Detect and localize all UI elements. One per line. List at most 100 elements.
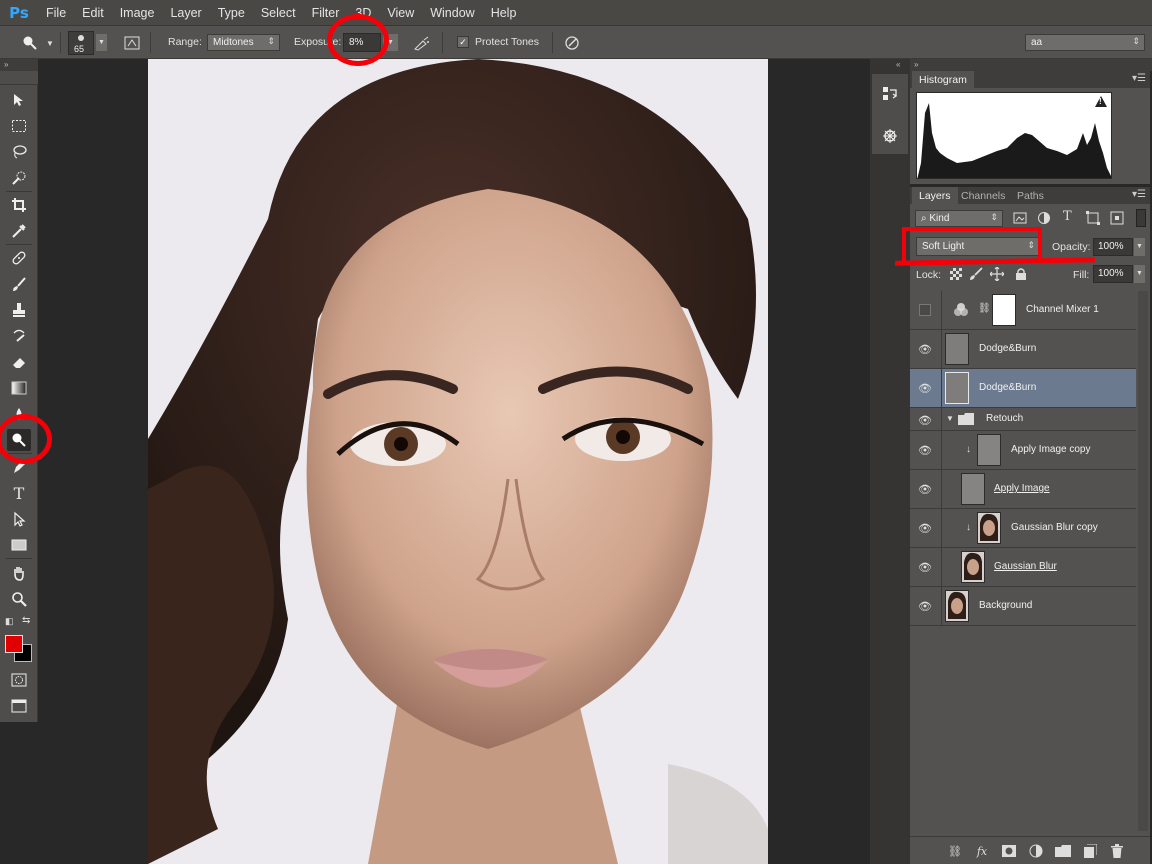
opacity-slider-arrow-icon[interactable]: ▼ <box>1134 238 1145 256</box>
menu-select[interactable]: Select <box>253 0 304 26</box>
filter-adjustment-icon[interactable] <box>1037 211 1051 225</box>
tablet-pressure-icon[interactable] <box>562 33 582 52</box>
workspace-select[interactable]: aa ⇕ <box>1025 34 1145 51</box>
screen-mode-icon[interactable] <box>7 695 31 717</box>
menu-window[interactable]: Window <box>422 0 482 26</box>
histogram-panel-menu-icon[interactable]: ▾☰ <box>1132 73 1146 84</box>
tab-channels[interactable]: Channels <box>954 187 1012 204</box>
type-icon[interactable]: T <box>7 482 31 504</box>
quick-mask-icon[interactable] <box>7 669 31 691</box>
layer-thumbnail-portrait[interactable] <box>945 590 969 622</box>
marquee-icon[interactable] <box>7 115 31 137</box>
menu-type[interactable]: Type <box>210 0 253 26</box>
layer-thumbnail[interactable] <box>977 434 1001 466</box>
eye-icon[interactable]: 👁 <box>918 413 932 427</box>
layer-mask-thumbnail[interactable] <box>992 294 1016 326</box>
visibility-off-box[interactable] <box>919 304 931 316</box>
fill-slider-arrow-icon[interactable]: ▼ <box>1134 265 1145 283</box>
layer-name[interactable]: Gaussian Blur copy <box>1011 522 1098 533</box>
brush-picker-arrow-icon[interactable]: ▼ <box>96 34 107 51</box>
layer-name[interactable]: Apply Image <box>994 483 1050 494</box>
eye-icon[interactable]: 👁 <box>918 381 932 395</box>
tab-histogram[interactable]: Histogram <box>912 71 974 88</box>
layer-row-background[interactable]: 👁 Background <box>910 587 1136 626</box>
range-select[interactable]: Midtones ⇕ <box>207 34 280 51</box>
zoom-icon[interactable] <box>7 588 31 610</box>
document-photo[interactable] <box>148 59 768 864</box>
path-select-icon[interactable] <box>7 508 31 530</box>
eye-icon[interactable]: 👁 <box>918 443 932 457</box>
eye-icon[interactable]: 👁 <box>918 521 932 535</box>
menu-help[interactable]: Help <box>483 0 525 26</box>
gradient-icon[interactable] <box>7 377 31 399</box>
eyedropper-icon[interactable] <box>7 220 31 242</box>
new-adjustment-layer-icon[interactable] <box>1028 843 1044 859</box>
link-layers-icon[interactable]: ⛓ <box>947 843 963 859</box>
layer-row-channel-mixer[interactable]: ⛓ Channel Mixer 1 <box>910 291 1136 330</box>
airbrush-icon[interactable] <box>412 33 432 52</box>
layer-name[interactable]: Dodge&Burn <box>979 382 1036 393</box>
collapse-arrows-icon[interactable]: » <box>4 59 8 71</box>
protect-tones-checkbox[interactable]: ✓ <box>457 36 469 48</box>
brush-icon[interactable] <box>7 273 31 295</box>
actions-panel-icon[interactable] <box>880 126 900 146</box>
opacity-input[interactable]: 100% <box>1093 238 1133 256</box>
preset-dropdown-arrow-icon[interactable]: ▼ <box>46 39 54 48</box>
history-panel-icon[interactable] <box>880 84 900 104</box>
layer-row-gaussian-blur-copy[interactable]: 👁 ↓ Gaussian Blur copy <box>910 509 1136 548</box>
clone-stamp-icon[interactable] <box>7 299 31 321</box>
filter-type-icon[interactable]: T <box>1063 209 1072 224</box>
layers-panel-menu-icon[interactable]: ▾☰ <box>1132 189 1146 200</box>
fill-input[interactable]: 100% <box>1093 265 1133 283</box>
crop-icon[interactable] <box>7 194 31 216</box>
layer-row-apply-image[interactable]: 👁 Apply Image <box>910 470 1136 509</box>
hand-icon[interactable] <box>7 562 31 584</box>
eraser-icon[interactable] <box>7 351 31 373</box>
eye-icon[interactable]: 👁 <box>918 560 932 574</box>
layer-name[interactable]: Dodge&Burn <box>979 343 1036 354</box>
rectangle-icon[interactable] <box>7 534 31 556</box>
layer-name[interactable]: Channel Mixer 1 <box>1026 304 1099 315</box>
layer-name[interactable]: Gaussian Blur <box>994 561 1057 572</box>
tab-paths[interactable]: Paths <box>1010 187 1051 204</box>
lasso-icon[interactable] <box>7 141 31 163</box>
layer-name[interactable]: Apply Image copy <box>1011 444 1091 455</box>
filter-smart-object-icon[interactable] <box>1110 211 1124 225</box>
layer-thumbnail[interactable] <box>945 333 969 365</box>
layer-thumbnail-portrait[interactable] <box>961 551 985 583</box>
default-colors-icon[interactable]: ◧ <box>5 616 14 627</box>
new-layer-icon[interactable] <box>1082 843 1098 859</box>
layer-group-retouch[interactable]: 👁 ▼ Retouch <box>910 408 1136 431</box>
healing-brush-icon[interactable] <box>7 247 31 269</box>
layer-row-gaussian-blur[interactable]: 👁 Gaussian Blur <box>910 548 1136 587</box>
eye-icon[interactable]: 👁 <box>918 599 932 613</box>
layer-name[interactable]: Background <box>979 600 1032 611</box>
delete-layer-trash-icon[interactable] <box>1109 843 1125 859</box>
group-expand-arrow-icon[interactable]: ▼ <box>946 414 954 423</box>
toolbar-collapse-strip[interactable]: » <box>0 59 38 71</box>
layer-filter-kind-select[interactable]: ⌕ Kind ⇕ <box>915 210 1003 227</box>
layer-thumbnail[interactable] <box>961 473 985 505</box>
layer-row-dodge-burn-selected[interactable]: 👁 Dodge&Burn <box>910 369 1136 408</box>
swap-colors-icon[interactable]: ⇆ <box>22 615 30 626</box>
document-canvas-area[interactable] <box>38 59 870 864</box>
menu-image[interactable]: Image <box>112 0 163 26</box>
layer-thumbnail-portrait[interactable] <box>977 512 1001 544</box>
layer-thumbnail[interactable] <box>945 372 969 404</box>
new-group-folder-icon[interactable] <box>1055 843 1071 859</box>
history-brush-icon[interactable] <box>7 325 31 347</box>
lock-all-icon[interactable] <box>1015 267 1027 281</box>
eye-icon[interactable]: 👁 <box>918 482 932 496</box>
layers-scrollbar[interactable] <box>1138 291 1148 831</box>
filter-shape-icon[interactable] <box>1086 211 1100 225</box>
menu-edit[interactable]: Edit <box>74 0 112 26</box>
lock-position-icon[interactable] <box>989 266 1005 282</box>
brush-panel-toggle-icon[interactable] <box>122 33 142 52</box>
layer-style-fx-icon[interactable]: fx <box>974 843 990 859</box>
eye-icon[interactable]: 👁 <box>918 342 932 356</box>
dodge-tool-preset-icon[interactable] <box>20 33 40 52</box>
mask-link-chain-icon[interactable]: ⛓ <box>978 303 991 314</box>
group-name[interactable]: Retouch <box>986 413 1023 424</box>
panels-collapse-icon[interactable]: » <box>914 59 918 71</box>
lock-image-icon[interactable] <box>969 267 983 281</box>
